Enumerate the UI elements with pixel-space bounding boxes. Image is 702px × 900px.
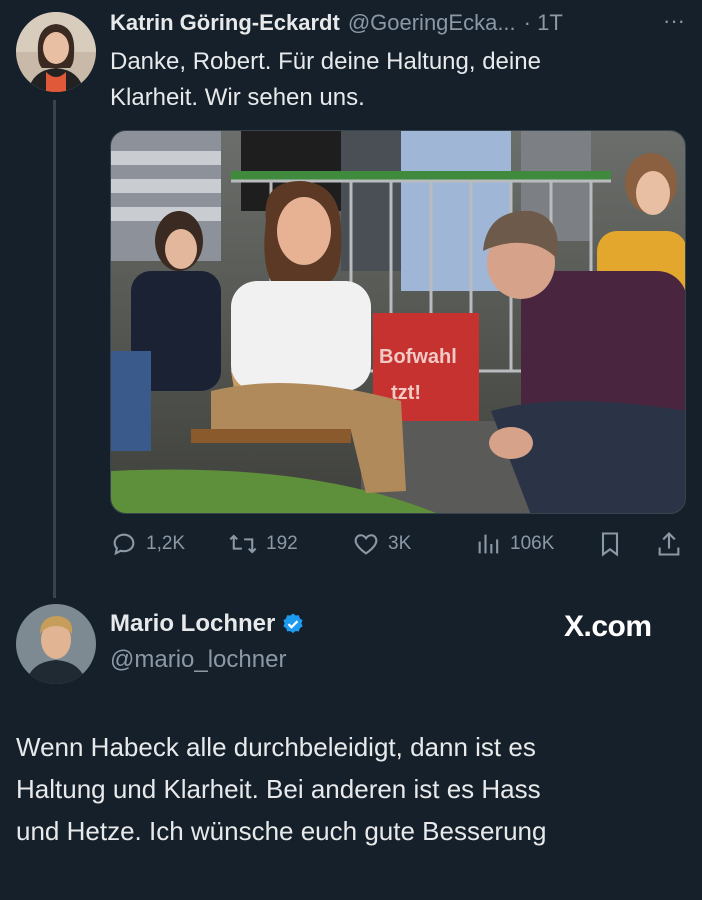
photo-scene-icon: Bofwahl tzt! xyxy=(111,131,685,513)
author-name[interactable]: Katrin Göring-Eckardt xyxy=(110,10,340,36)
reply-text: Wenn Habeck alle durchbeleidigt, dann is… xyxy=(16,726,692,852)
avatar[interactable] xyxy=(16,12,96,92)
retweet-count: 192 xyxy=(266,533,298,554)
share-icon xyxy=(658,532,680,556)
reply-author-handle[interactable]: @mario_lochner xyxy=(110,646,286,674)
author-handle[interactable]: @GoeringEcka... xyxy=(348,10,516,36)
reply-action[interactable]: 1,2K xyxy=(110,530,185,558)
tweet-text-line: Danke, Robert. Für deine Haltung, deine xyxy=(110,48,541,75)
tweet-header: Katrin Göring-Eckardt @GoeringEcka... · … xyxy=(110,10,650,42)
thread-line xyxy=(53,100,56,598)
heart-icon xyxy=(354,534,378,555)
reply-text-line: und Hetze. Ich wünsche euch gute Besseru… xyxy=(16,816,547,846)
avatar[interactable] xyxy=(16,604,96,684)
avatar-portrait-icon xyxy=(16,604,96,684)
retweet-action[interactable]: 192 xyxy=(228,530,298,558)
tweet-photo[interactable]: Bofwahl tzt! xyxy=(110,130,686,514)
like-action[interactable]: 3K xyxy=(352,530,411,558)
analytics-icon xyxy=(478,534,499,554)
like-count: 3K xyxy=(388,533,412,554)
bookmark-icon xyxy=(601,532,619,557)
reply-text-line: Wenn Habeck alle durchbeleidigt, dann is… xyxy=(16,732,536,762)
reply-header: Mario Lochner xyxy=(110,610,305,638)
retweet-icon xyxy=(229,534,257,554)
reply-text-line: Haltung und Klarheit. Bei anderen ist es… xyxy=(16,774,541,804)
tweet-text: Danke, Robert. Für deine Haltung, deine … xyxy=(110,44,690,116)
tweet-time[interactable]: · 1T xyxy=(524,10,563,36)
view-count: 106K xyxy=(510,533,555,554)
share-action[interactable] xyxy=(656,530,682,558)
verified-badge-icon xyxy=(283,613,303,634)
bookmark-action[interactable] xyxy=(598,530,622,558)
sign-text-1: Bofwahl xyxy=(379,346,457,368)
reply-icon xyxy=(113,533,135,556)
more-options-icon[interactable]: ··· xyxy=(656,8,692,34)
views-action[interactable]: 106K xyxy=(476,530,554,558)
tweet-text-line: Klarheit. Wir sehen uns. xyxy=(110,84,365,111)
reply-count: 1,2K xyxy=(146,533,186,554)
avatar-portrait-icon xyxy=(16,12,96,92)
site-watermark: X.com xyxy=(564,610,652,643)
reply-author-name[interactable]: Mario Lochner xyxy=(110,610,275,638)
